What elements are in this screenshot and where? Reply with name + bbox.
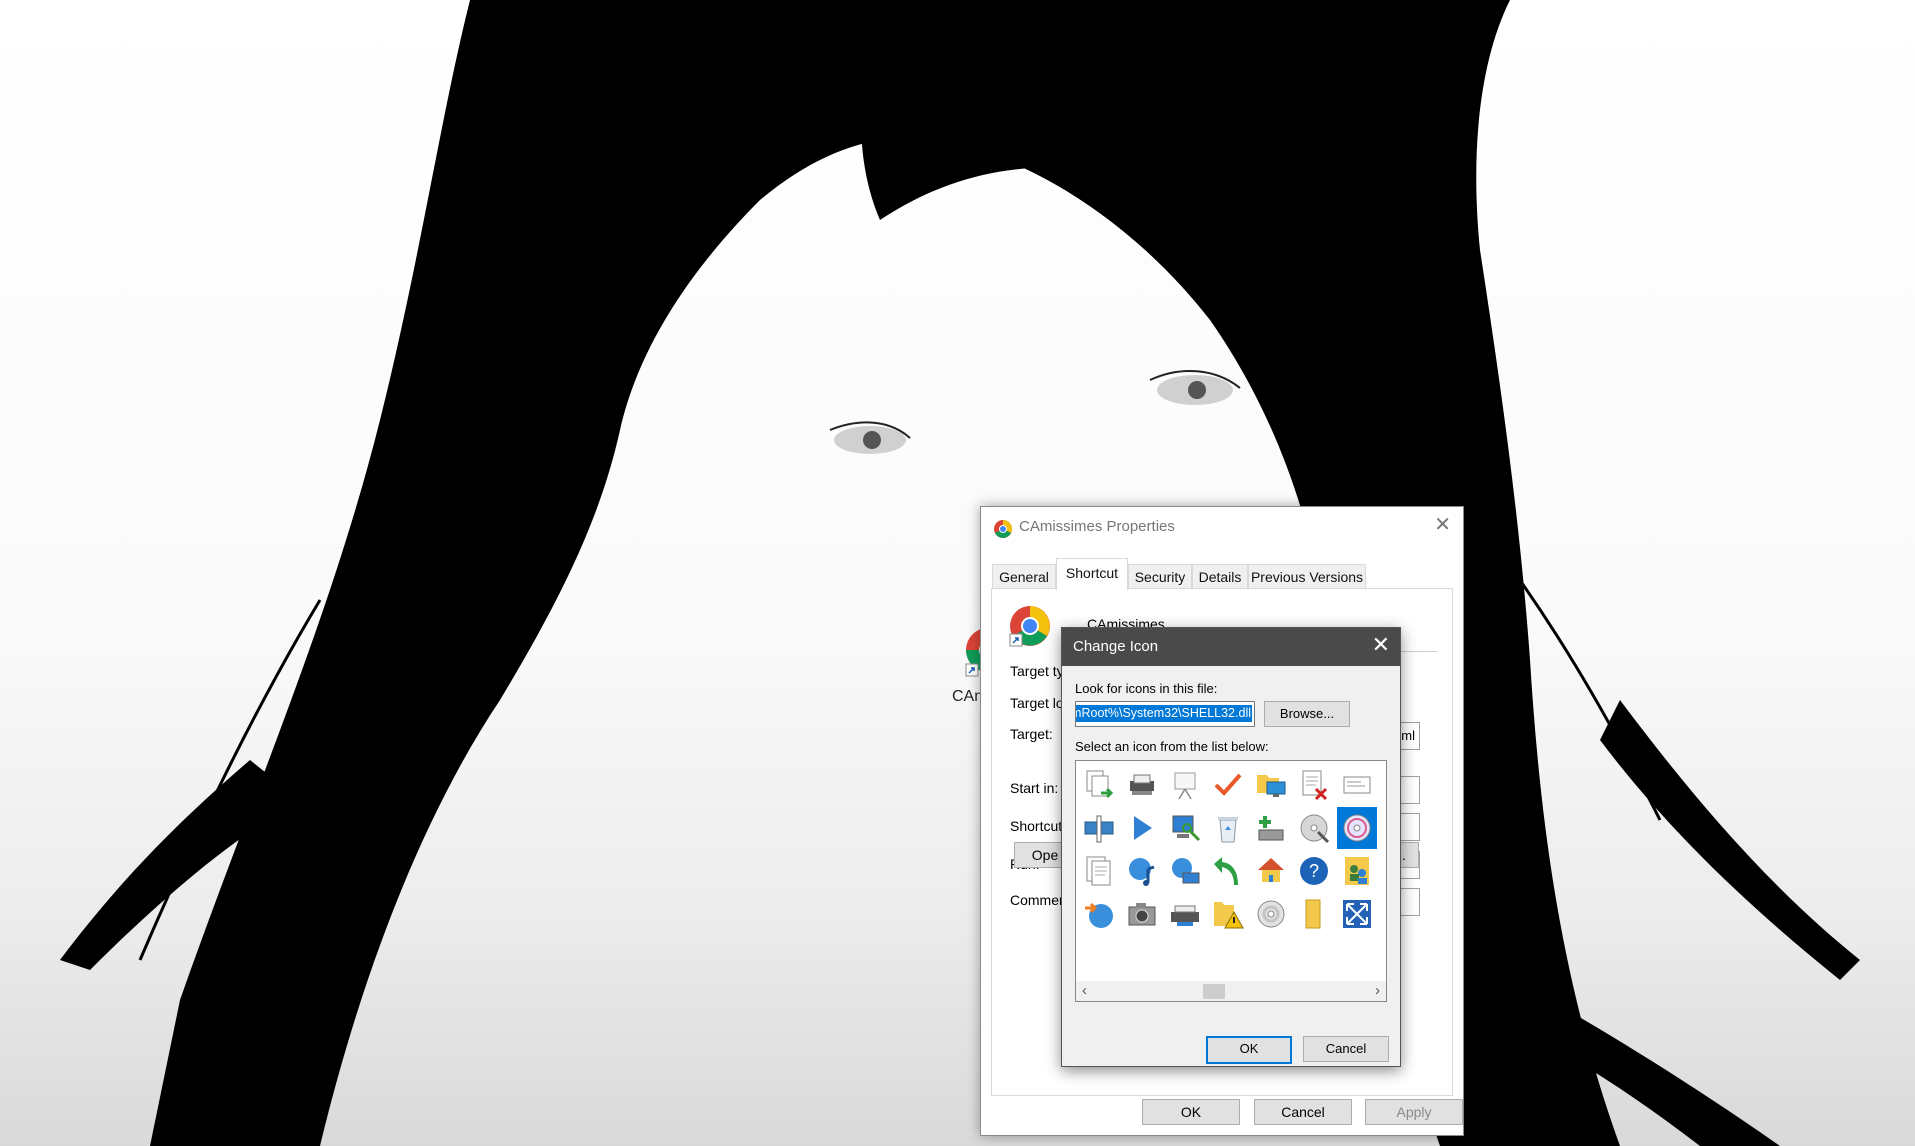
chrome-icon <box>994 520 1012 538</box>
look-for-label: Look for icons in this file: <box>1075 681 1218 696</box>
camera-icon[interactable] <box>1122 893 1162 935</box>
comment-label: Commen <box>1010 892 1067 908</box>
properties-cancel-button[interactable]: Cancel <box>1254 1099 1352 1125</box>
chrome-shortcut-icon <box>1009 606 1050 647</box>
select-icon-label: Select an icon from the list below: <box>1075 739 1269 754</box>
scroll-left-icon[interactable]: ‹ <box>1082 981 1087 1001</box>
change-icon-title: Change Icon <box>1073 638 1159 655</box>
icon-list[interactable]: ? ‹ › <box>1075 760 1387 1002</box>
target-location-label: Target lo <box>1010 695 1064 711</box>
scrollbar-thumb[interactable] <box>1203 984 1225 999</box>
target-label: Target: <box>1010 726 1053 742</box>
delete-file-icon[interactable] <box>1294 764 1334 806</box>
copy-to-icon[interactable] <box>1079 764 1119 806</box>
browse-button[interactable]: Browse... <box>1264 701 1350 727</box>
change-icon-ok-button[interactable]: OK <box>1206 1036 1292 1064</box>
checkmark-icon[interactable] <box>1208 764 1248 806</box>
recycle-bin-icon[interactable] <box>1208 807 1248 849</box>
tab-previous-versions[interactable]: Previous Versions <box>1248 564 1366 589</box>
yellow-folder-icon[interactable] <box>1294 893 1334 935</box>
change-icon-cancel-button[interactable]: Cancel <box>1303 1036 1389 1062</box>
change-icon-titlebar[interactable]: Change Icon ✕ <box>1062 628 1400 666</box>
tab-shortcut[interactable]: Shortcut <box>1056 558 1128 590</box>
add-drive-icon[interactable] <box>1251 807 1291 849</box>
scanner-icon[interactable] <box>1165 893 1205 935</box>
globe-arrow-icon[interactable] <box>1079 893 1119 935</box>
horizontal-scrollbar[interactable]: ‹ › <box>1076 981 1386 1001</box>
folder-warning-icon[interactable] <box>1208 893 1248 935</box>
tab-security[interactable]: Security <box>1128 564 1192 589</box>
computer-search-icon[interactable] <box>1165 807 1205 849</box>
properties-ok-button[interactable]: OK <box>1142 1099 1240 1125</box>
projector-icon[interactable] <box>1165 764 1205 806</box>
music-globe-icon[interactable] <box>1122 850 1162 892</box>
close-icon[interactable]: ✕ <box>1434 515 1451 535</box>
user-folder-icon[interactable] <box>1337 850 1377 892</box>
shortcut-key-label: Shortcut <box>1010 818 1063 834</box>
properties-title: CAmissimes Properties <box>1019 518 1175 535</box>
search-cd-icon[interactable] <box>1294 807 1334 849</box>
scroll-right-icon[interactable]: › <box>1375 981 1380 1001</box>
documents-icon[interactable] <box>1079 850 1119 892</box>
dvd-icon[interactable] <box>1337 807 1377 849</box>
folder-network-icon[interactable] <box>1251 764 1291 806</box>
play-icon[interactable] <box>1122 807 1162 849</box>
target-type-label: Target ty <box>1010 663 1064 679</box>
icon-file-path-value: %SystemRoot%\System32\SHELL32.dll <box>1076 705 1252 722</box>
start-in-label: Start in: <box>1010 780 1059 796</box>
tab-details[interactable]: Details <box>1192 564 1248 589</box>
help-icon[interactable]: ? <box>1294 850 1334 892</box>
network-globe-icon[interactable] <box>1165 850 1205 892</box>
change-icon-dialog: Change Icon ✕ Look for icons in this fil… <box>1061 627 1401 1067</box>
properties-apply-button[interactable]: Apply <box>1365 1099 1463 1125</box>
cd-drive-icon[interactable] <box>1251 893 1291 935</box>
properties-titlebar[interactable]: CAmissimes Properties ✕ <box>981 507 1463 547</box>
network-printer-icon[interactable] <box>1122 764 1162 806</box>
green-arrow-up-icon[interactable] <box>1208 850 1248 892</box>
fullscreen-icon[interactable] <box>1337 893 1377 935</box>
envelope-icon[interactable] <box>1337 764 1377 806</box>
close-icon[interactable]: ✕ <box>1372 634 1390 656</box>
icon-file-path-input[interactable]: %SystemRoot%\System32\SHELL32.dll <box>1075 701 1255 727</box>
svg-text:?: ? <box>1309 861 1319 881</box>
tab-general[interactable]: General <box>992 564 1056 589</box>
tv-tuner-icon[interactable] <box>1079 807 1119 849</box>
home-network-icon[interactable] <box>1251 850 1291 892</box>
desktop-wallpaper <box>60 0 1860 1146</box>
